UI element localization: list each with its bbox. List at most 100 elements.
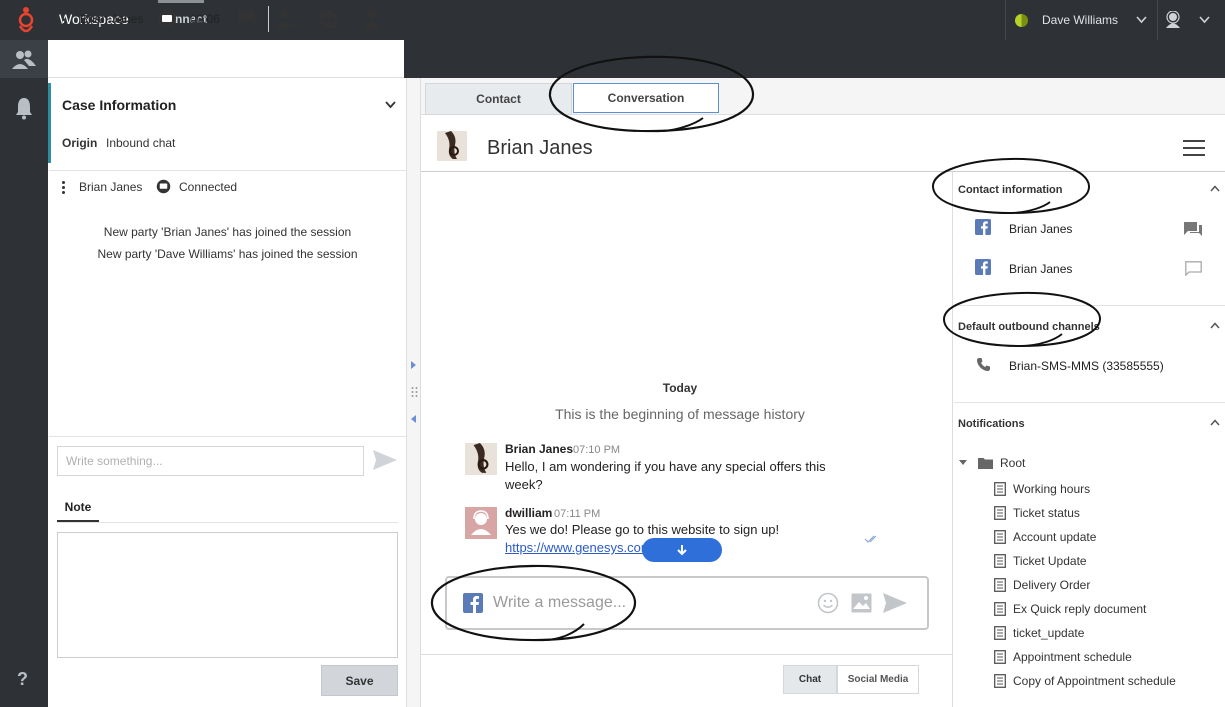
avatar <box>465 443 497 475</box>
contact-channel-name[interactable]: Brian Janes <box>1009 262 1072 276</box>
message-time: 07:10 PM <box>573 444 621 456</box>
contact-channel-name[interactable]: Brian Janes <box>1009 222 1072 236</box>
tab-conversation[interactable]: Conversation <box>573 83 719 113</box>
save-button[interactable]: Save <box>321 665 398 696</box>
user-name[interactable]: Dave Williams <box>1042 13 1118 27</box>
notifications-title: Notifications <box>958 418 1025 430</box>
divider <box>954 305 1225 306</box>
toolbar-party-name: Brian Janes <box>80 12 144 26</box>
topbar-divider <box>1005 0 1006 40</box>
transfer-icon[interactable] <box>275 0 309 38</box>
origin-value: Inbound chat <box>106 136 176 150</box>
history-start-text: This is the beginning of message history <box>555 406 805 422</box>
tree-item-label: Ex Quick reply document <box>1013 602 1147 616</box>
tree-item[interactable]: Ex Quick reply document <box>994 600 1146 618</box>
case-accent-bar <box>48 83 51 163</box>
tree-item[interactable]: Account update <box>994 528 1096 546</box>
tree-item[interactable]: Delivery Order <box>994 576 1090 594</box>
chat-icon <box>157 0 177 38</box>
chevron-down-icon[interactable] <box>385 101 396 109</box>
tree-item-label: Ticket status <box>1013 506 1080 520</box>
contact-info-title: Contact information <box>958 184 1063 196</box>
note-textarea[interactable] <box>57 532 398 658</box>
agent-status-icon[interactable] <box>1164 11 1182 29</box>
tab-note[interactable]: Note <box>57 500 99 514</box>
channel-social-button[interactable]: Social Media <box>837 665 919 694</box>
outbound-channels-title: Default outbound channels <box>958 321 1100 333</box>
tree-item[interactable]: Ticket Update <box>994 552 1087 570</box>
chevron-up-icon[interactable] <box>1210 419 1220 426</box>
tree-item-label: Copy of Appointment schedule <box>1013 674 1176 688</box>
tree-item-label: ticket_update <box>1013 626 1085 640</box>
message-time: 07:11 PM <box>554 508 601 520</box>
case-message-input[interactable] <box>57 446 364 476</box>
genesys-logo-icon[interactable] <box>14 6 38 34</box>
read-receipt-icon <box>864 534 880 544</box>
divider <box>49 436 406 437</box>
document-icon <box>994 482 1006 496</box>
arrow-down-icon <box>677 545 687 556</box>
conference-icon[interactable] <box>316 0 354 38</box>
conversation-icon[interactable] <box>1184 221 1203 237</box>
scroll-to-bottom-button[interactable] <box>642 538 722 562</box>
outbound-channel[interactable]: Brian-SMS-MMS (33585555) <box>1009 359 1164 373</box>
document-icon <box>994 554 1006 568</box>
agent-avatar <box>465 507 497 539</box>
message-author: dwilliam <box>505 506 553 520</box>
document-icon <box>994 674 1006 688</box>
comment-icon[interactable] <box>1185 261 1202 276</box>
tree-item[interactable]: ticket_update <box>994 624 1084 642</box>
tab-contact[interactable]: Contact <box>425 83 572 115</box>
message-author: Brian Janes <box>505 442 574 456</box>
document-icon <box>994 602 1006 616</box>
image-icon[interactable] <box>851 593 872 613</box>
tree-item[interactable]: Working hours <box>994 480 1090 498</box>
party-menu-button[interactable] <box>62 181 65 194</box>
chevron-down-icon[interactable] <box>1199 16 1210 24</box>
tree-root-label[interactable]: Root <box>1000 456 1025 470</box>
tree-item[interactable]: Copy of Appointment schedule <box>994 672 1176 690</box>
drag-handle-icon[interactable] <box>411 386 418 398</box>
menu-icon[interactable] <box>1183 140 1205 156</box>
user-status-icon[interactable] <box>1015 14 1028 27</box>
message-input[interactable] <box>493 590 793 616</box>
party-status: Connected <box>179 180 238 194</box>
expand-right-icon[interactable] <box>410 361 417 369</box>
interaction-timer: 00:06 <box>190 12 221 26</box>
kebab-icon <box>62 181 65 194</box>
chevron-down-icon[interactable] <box>1136 16 1147 24</box>
bell-icon[interactable] <box>14 96 34 120</box>
collapse-left-icon[interactable] <box>410 415 417 423</box>
tree-item[interactable]: Appointment schedule <box>994 648 1132 666</box>
interactions-icon[interactable] <box>11 48 37 72</box>
message-text: Yes we do! Please go to this website to … <box>505 522 780 537</box>
divider <box>49 170 406 171</box>
emoji-icon[interactable] <box>817 592 839 614</box>
chevron-up-icon[interactable] <box>1210 322 1220 329</box>
send-icon[interactable] <box>882 592 908 614</box>
tree-item-label: Account update <box>1013 530 1097 544</box>
consult-icon[interactable] <box>359 0 397 38</box>
day-separator: Today <box>662 381 698 395</box>
system-message: New party 'Dave Williams' has joined the… <box>97 247 358 261</box>
divider <box>954 402 1225 403</box>
avatar <box>437 131 467 161</box>
kebab-icon <box>62 12 65 26</box>
chevron-up-icon[interactable] <box>1210 185 1220 192</box>
document-icon <box>994 506 1006 520</box>
channel-chat-button[interactable]: Chat <box>783 665 837 694</box>
party-name: Brian Janes <box>79 180 143 194</box>
tree-item-label: Working hours <box>1013 482 1091 496</box>
topbar-divider <box>1157 0 1158 40</box>
message-link[interactable]: https://www.genesys.com <box>505 540 643 555</box>
caret-down-icon[interactable] <box>959 460 967 466</box>
case-info-title: Case Information <box>62 97 177 113</box>
document-icon <box>994 626 1006 640</box>
tree-item[interactable]: Ticket status <box>994 504 1080 522</box>
party-menu-button[interactable] <box>62 0 65 38</box>
help-icon[interactable]: ? <box>17 669 28 690</box>
phone-icon <box>976 357 991 372</box>
send-icon[interactable] <box>372 448 398 472</box>
system-message: New party 'Brian Janes' has joined the s… <box>103 225 352 239</box>
end-chat-icon[interactable] <box>237 0 261 38</box>
